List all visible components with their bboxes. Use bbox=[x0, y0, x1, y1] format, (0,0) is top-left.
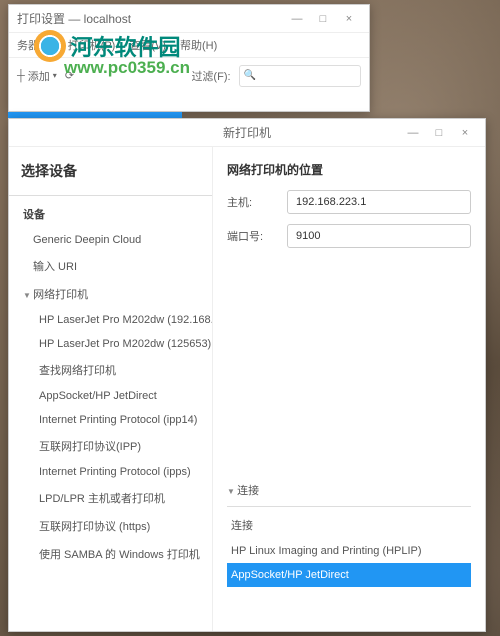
connection-item[interactable]: HP Linux Imaging and Printing (HPLIP) bbox=[227, 539, 471, 563]
device-header: 设备 bbox=[9, 200, 212, 228]
port-input[interactable] bbox=[287, 224, 471, 248]
minimize-button[interactable]: — bbox=[401, 123, 425, 143]
filter-box: 🔍 bbox=[239, 65, 361, 87]
titlebar[interactable]: 打印设置 — localhost — □ × bbox=[9, 5, 369, 33]
device-item[interactable]: LPD/LPR 主机或者打印机 bbox=[9, 484, 212, 512]
connection-item[interactable]: AppSocket/HP JetDirect bbox=[227, 563, 471, 587]
plus-icon: ┼ bbox=[17, 70, 25, 82]
device-item[interactable]: 查找网络打印机 bbox=[9, 356, 212, 384]
location-title: 网络打印机的位置 bbox=[227, 161, 471, 178]
titlebar[interactable]: 新打印机 — □ × bbox=[9, 119, 485, 147]
close-button[interactable]: × bbox=[453, 123, 477, 143]
device-item[interactable]: HP LaserJet Pro M202dw (192.168.2 bbox=[9, 308, 212, 332]
connection-section: 连接 连接 HP Linux Imaging and Printing (HPL… bbox=[227, 478, 471, 617]
host-label: 主机: bbox=[227, 194, 277, 210]
device-list: 设备 Generic Deepin Cloud 输入 URI 网络打印机 HP … bbox=[9, 200, 212, 631]
add-button[interactable]: ┼ 添加 ▾ bbox=[17, 68, 57, 84]
device-pane: 选择设备 设备 Generic Deepin Cloud 输入 URI 网络打印… bbox=[9, 147, 213, 631]
maximize-button[interactable]: □ bbox=[427, 123, 451, 143]
device-generic[interactable]: Generic Deepin Cloud bbox=[9, 228, 212, 252]
filter-label: 过滤(F): bbox=[191, 68, 230, 84]
filter-input[interactable] bbox=[260, 70, 360, 82]
menu-help[interactable]: 帮助(H) bbox=[180, 37, 217, 53]
host-input[interactable] bbox=[287, 190, 471, 214]
window-title: 打印设置 — localhost bbox=[17, 10, 285, 27]
network-printer-group[interactable]: 网络打印机 bbox=[9, 280, 212, 308]
minimize-button[interactable]: — bbox=[285, 9, 309, 29]
window-title: 新打印机 bbox=[223, 124, 271, 141]
device-item[interactable]: 使用 SAMBA 的 Windows 打印机 bbox=[9, 540, 212, 568]
device-item[interactable]: 互联网打印协议 (https) bbox=[9, 512, 212, 540]
connection-title[interactable]: 连接 bbox=[227, 478, 471, 502]
chevron-down-icon: ▾ bbox=[53, 71, 57, 80]
watermark: 河东软件园 www.pc0359.cn bbox=[34, 30, 180, 62]
port-label: 端口号: bbox=[227, 228, 277, 244]
maximize-button[interactable]: □ bbox=[311, 9, 335, 29]
device-item[interactable]: HP LaserJet Pro M202dw (125653) ( bbox=[9, 332, 212, 356]
connection-item[interactable]: 连接 bbox=[227, 511, 471, 539]
logo-icon bbox=[34, 30, 66, 62]
device-item[interactable]: 互联网打印协议(IPP) bbox=[9, 432, 212, 460]
device-item[interactable]: AppSocket/HP JetDirect bbox=[9, 384, 212, 408]
device-item[interactable]: Internet Printing Protocol (ipp14) bbox=[9, 408, 212, 432]
pane-title: 选择设备 bbox=[9, 147, 212, 191]
new-printer-window: 新打印机 — □ × 选择设备 设备 Generic Deepin Cloud … bbox=[8, 118, 486, 632]
device-item[interactable]: Internet Printing Protocol (ipps) bbox=[9, 460, 212, 484]
search-icon: 🔍 bbox=[240, 70, 260, 81]
close-button[interactable]: × bbox=[337, 9, 361, 29]
device-uri[interactable]: 输入 URI bbox=[9, 252, 212, 280]
detail-pane: 网络打印机的位置 主机: 端口号: 连接 连接 HP Linux Imaging… bbox=[213, 147, 485, 631]
